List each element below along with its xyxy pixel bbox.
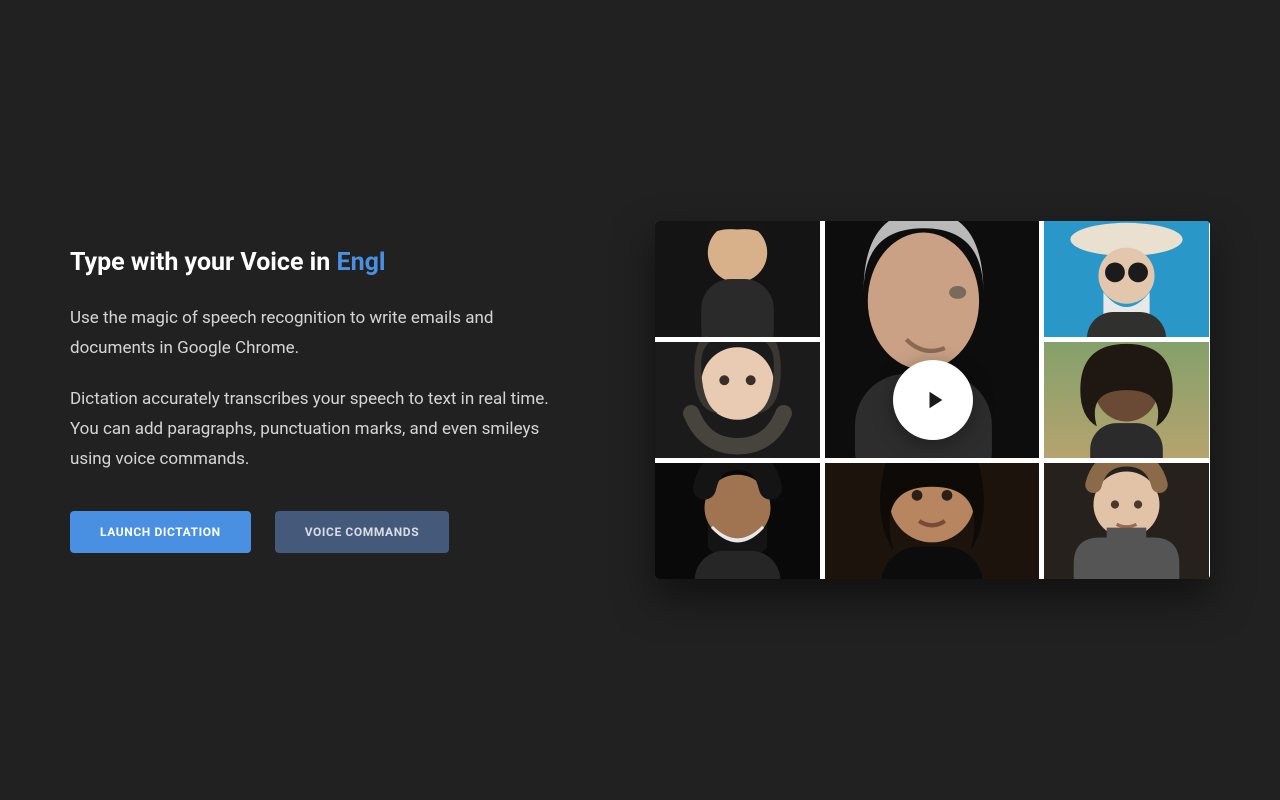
hero-paragraph-1: Use the magic of speech recognition to w… [70, 304, 570, 364]
portrait-tile [1044, 342, 1209, 458]
hero-text-column: Type with your Voice in Engl Use the mag… [70, 247, 570, 552]
portrait-tile [1044, 221, 1209, 337]
video-thumbnail-grid[interactable] [655, 221, 1210, 579]
hero-paragraph-2: Dictation accurately transcribes your sp… [70, 385, 570, 474]
portrait-tile [655, 463, 820, 579]
hero-section: Type with your Voice in Engl Use the mag… [0, 0, 1280, 800]
hero-title-prefix: Type with your Voice in [70, 248, 337, 277]
launch-dictation-button[interactable]: Launch Dictation [70, 511, 251, 553]
portrait-tile [1044, 463, 1209, 579]
voice-commands-button[interactable]: Voice Commands [275, 511, 450, 553]
portrait-tile [655, 221, 820, 337]
play-button[interactable] [893, 360, 973, 440]
hero-title: Type with your Voice in Engl [70, 247, 570, 280]
hero-button-row: Launch Dictation Voice Commands [70, 511, 570, 553]
hero-title-accent: Engl [337, 248, 386, 277]
portrait-tile [825, 463, 1039, 579]
hero-media-column [655, 221, 1210, 579]
play-icon [924, 389, 946, 411]
portrait-tile [655, 342, 820, 458]
